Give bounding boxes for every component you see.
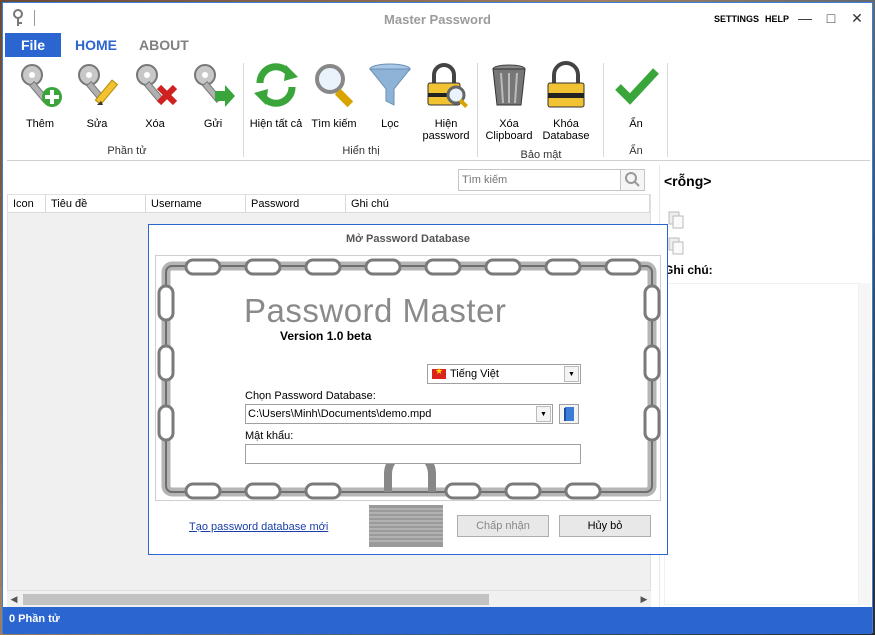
search-box: [458, 169, 645, 191]
open-database-dialog: Mở Password Database Password Master Ver…: [148, 224, 668, 555]
brand-title: Password Master: [244, 292, 507, 329]
refresh-icon: [254, 63, 298, 107]
edit-label: Sửa: [86, 118, 108, 130]
scroll-thumb[interactable]: [23, 594, 489, 605]
checkmark-icon: [615, 68, 659, 105]
padlock-image: [369, 505, 443, 547]
key-send-icon: [194, 64, 235, 107]
lock-database-button[interactable]: Khóa Database: [537, 61, 595, 142]
hide-label: Ẩn: [629, 118, 643, 130]
delete-label: Xóa: [145, 118, 165, 130]
column-header-password[interactable]: Password: [246, 195, 346, 213]
group-label-items: Phần tử: [107, 145, 147, 157]
notes-area[interactable]: [664, 283, 859, 605]
add-label: Thêm: [25, 118, 55, 130]
database-path-value: C:\Users\Minh\Documents\demo.mpd: [248, 408, 432, 420]
vietnam-flag-icon: [432, 366, 446, 379]
funnel-icon: [368, 63, 412, 106]
tab-home[interactable]: HOME: [61, 33, 131, 57]
delete-button[interactable]: Xóa: [127, 61, 183, 130]
book-icon: [564, 407, 574, 421]
accept-button[interactable]: Chấp nhận: [457, 515, 549, 537]
copy-icon[interactable]: [668, 211, 684, 229]
password-field[interactable]: [245, 444, 581, 464]
group-separator: [667, 63, 668, 157]
cancel-button[interactable]: Hủy bỏ: [559, 515, 651, 537]
show-password-label: Hiện password: [422, 118, 470, 142]
group-label-display: Hiển thị: [342, 145, 380, 157]
edit-button[interactable]: Sửa: [69, 61, 125, 130]
dialog-content: Password Master Version 1.0 beta Tiếng V…: [155, 255, 661, 501]
search-icon: [625, 172, 640, 187]
show-all-button[interactable]: Hiện tất cả: [245, 61, 307, 130]
trash-icon: [492, 64, 526, 106]
language-select[interactable]: Tiếng Việt ▼: [427, 364, 581, 384]
status-count: 0 Phần tử: [9, 613, 60, 625]
group-separator: [477, 63, 478, 157]
language-value: Tiếng Việt: [450, 368, 499, 380]
browse-button[interactable]: [559, 404, 579, 424]
title-bar: Master Password SETTINGS HELP — □ ✕: [3, 3, 872, 33]
padlock-icon: [547, 61, 585, 108]
show-password-button[interactable]: Hiện password: [417, 61, 475, 142]
search-input[interactable]: [459, 170, 619, 190]
send-button[interactable]: Gửi: [185, 61, 241, 130]
clear-clipboard-label: Xóa Clipboard: [485, 118, 533, 142]
main-window: Master Password SETTINGS HELP — □ ✕ File…: [2, 2, 873, 634]
tab-file[interactable]: File: [5, 33, 61, 57]
clear-clipboard-button[interactable]: Xóa Clipboard: [481, 61, 537, 142]
key-delete-icon: [136, 64, 178, 106]
tab-about[interactable]: ABOUT: [125, 33, 203, 57]
horizontal-scrollbar[interactable]: ◀ ▶: [7, 591, 651, 607]
hide-button[interactable]: Ẩn: [607, 61, 665, 130]
column-header-username[interactable]: Username: [146, 195, 246, 213]
group-separator: [243, 63, 244, 157]
dropdown-arrow-icon[interactable]: ▼: [564, 366, 579, 382]
send-label: Gửi: [203, 118, 223, 130]
database-path-select[interactable]: C:\Users\Minh\Documents\demo.mpd ▼: [245, 404, 553, 424]
ribbon: Thêm Sửa Xóa Gửi Phần tử Hiện tất cả Tìm…: [7, 57, 870, 161]
group-label-hide: Ẩn: [629, 145, 643, 157]
version-label: Version 1.0 beta: [280, 329, 372, 343]
copy-icon[interactable]: [668, 237, 684, 255]
search-submit-button[interactable]: [620, 170, 644, 190]
settings-link[interactable]: SETTINGS: [714, 14, 759, 24]
column-header-icon[interactable]: Icon: [8, 195, 46, 213]
scroll-right-icon[interactable]: ▶: [637, 591, 651, 607]
dropdown-arrow-icon[interactable]: ▼: [536, 406, 551, 422]
scroll-left-icon[interactable]: ◀: [7, 591, 21, 607]
magnifier-icon: [315, 64, 354, 108]
maximize-button[interactable]: □: [823, 10, 839, 26]
filter-button[interactable]: Lọc: [363, 61, 417, 130]
detail-title: <rỗng>: [664, 173, 712, 189]
group-separator: [603, 63, 604, 157]
detail-panel: <rỗng> Ghi chú:: [659, 165, 872, 607]
ribbon-tabs: File HOME ABOUT: [3, 33, 872, 57]
status-bar: 0 Phần tử: [3, 607, 872, 634]
column-header-title[interactable]: Tiêu đề: [46, 195, 146, 213]
column-header-notes[interactable]: Ghi chú: [346, 195, 650, 213]
group-label-security: Bảo mật: [520, 149, 562, 161]
filter-label: Lọc: [381, 118, 399, 130]
search-button[interactable]: Tìm kiếm: [307, 61, 361, 130]
close-button[interactable]: ✕: [849, 10, 865, 26]
add-button[interactable]: Thêm: [11, 61, 69, 130]
lock-database-label: Khóa Database: [542, 118, 590, 142]
search-label: Tìm kiếm: [311, 118, 357, 130]
database-label: Chọn Password Database:: [245, 390, 376, 402]
dialog-title: Mở Password Database: [346, 233, 470, 245]
key-add-icon: [21, 64, 62, 107]
minimize-button[interactable]: —: [797, 10, 813, 26]
create-database-link[interactable]: Tạo password database mới: [189, 521, 328, 533]
vertical-scrollbar[interactable]: [859, 283, 871, 605]
password-label: Mật khẩu:: [245, 430, 294, 442]
show-all-label: Hiện tất cả: [249, 118, 303, 130]
lock-search-icon: [427, 63, 468, 108]
table-header: Icon Tiêu đề Username Password Ghi chú: [8, 195, 650, 213]
notes-label: Ghi chú:: [664, 263, 713, 277]
key-edit-icon: [78, 64, 119, 106]
help-link[interactable]: HELP: [765, 14, 789, 24]
